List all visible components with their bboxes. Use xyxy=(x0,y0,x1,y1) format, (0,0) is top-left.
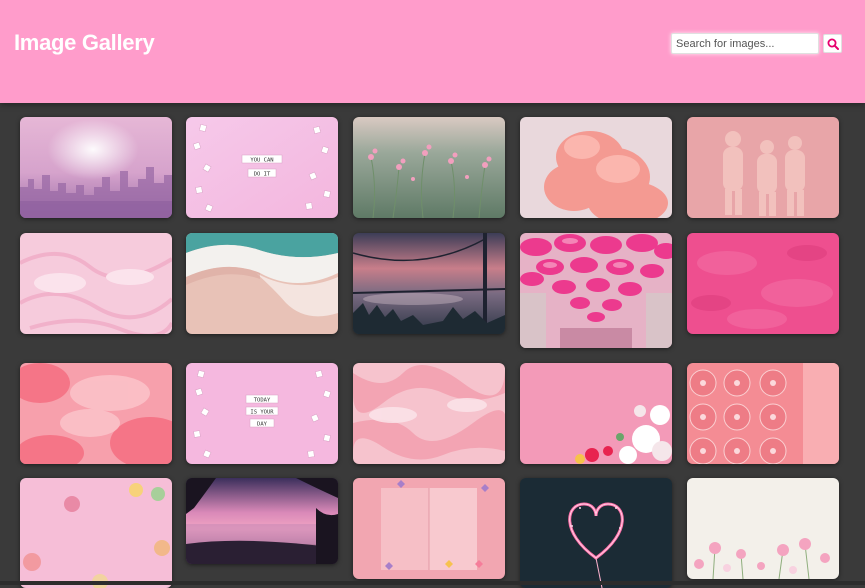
tile-text-you-can: YOU CAN xyxy=(250,158,273,164)
search-button[interactable] xyxy=(823,34,842,53)
gallery-image-city-skyline[interactable] xyxy=(20,117,172,218)
gallery-image-bridge-sunset[interactable] xyxy=(353,233,505,334)
search-bar xyxy=(671,33,842,54)
gallery-image-pink-smoke[interactable] xyxy=(520,117,672,218)
gallery-image-you-can-do-it[interactable]: YOU CAN DO IT xyxy=(186,117,338,218)
page-title: Image Gallery xyxy=(14,30,155,55)
gallery-image-vinyl-records[interactable] xyxy=(687,363,839,464)
gallery-image-macarons[interactable] xyxy=(20,478,172,588)
scrollbar-track[interactable] xyxy=(0,581,865,585)
magnifier-icon xyxy=(827,38,839,50)
gallery-image-pink-marble[interactable] xyxy=(20,233,172,334)
gallery-image-pink-clouds[interactable] xyxy=(20,363,172,464)
tile-text-do-it: DO IT xyxy=(254,172,271,178)
gallery-image-cosmos-flowers[interactable] xyxy=(687,478,839,579)
gallery-image-pink-statues[interactable] xyxy=(687,117,839,218)
search-input[interactable] xyxy=(671,33,819,54)
tile-text-day: DAY xyxy=(257,422,268,428)
image-gallery: YOU CAN DO IT TODAY IS YOUR DAY xyxy=(0,103,865,588)
gallery-image-marble-swirl[interactable] xyxy=(353,363,505,464)
gallery-image-pink-umbrellas[interactable] xyxy=(520,233,672,348)
tile-text-is-your: IS YOUR xyxy=(250,410,274,416)
gallery-image-pink-flowers[interactable] xyxy=(520,363,672,464)
gallery-image-open-book[interactable] xyxy=(353,478,505,579)
gallery-image-today-is-your-day[interactable]: TODAY IS YOUR DAY xyxy=(186,363,338,464)
header-bar: Image Gallery xyxy=(0,0,865,103)
gallery-image-beach-waves[interactable] xyxy=(186,233,338,334)
gallery-image-tropical-sunset[interactable] xyxy=(186,478,338,564)
gallery-image-pink-wall[interactable] xyxy=(687,233,839,334)
gallery-image-sparkler-heart[interactable] xyxy=(520,478,672,588)
gallery-image-wildflowers[interactable] xyxy=(353,117,505,218)
tile-text-today: TODAY xyxy=(254,398,271,404)
